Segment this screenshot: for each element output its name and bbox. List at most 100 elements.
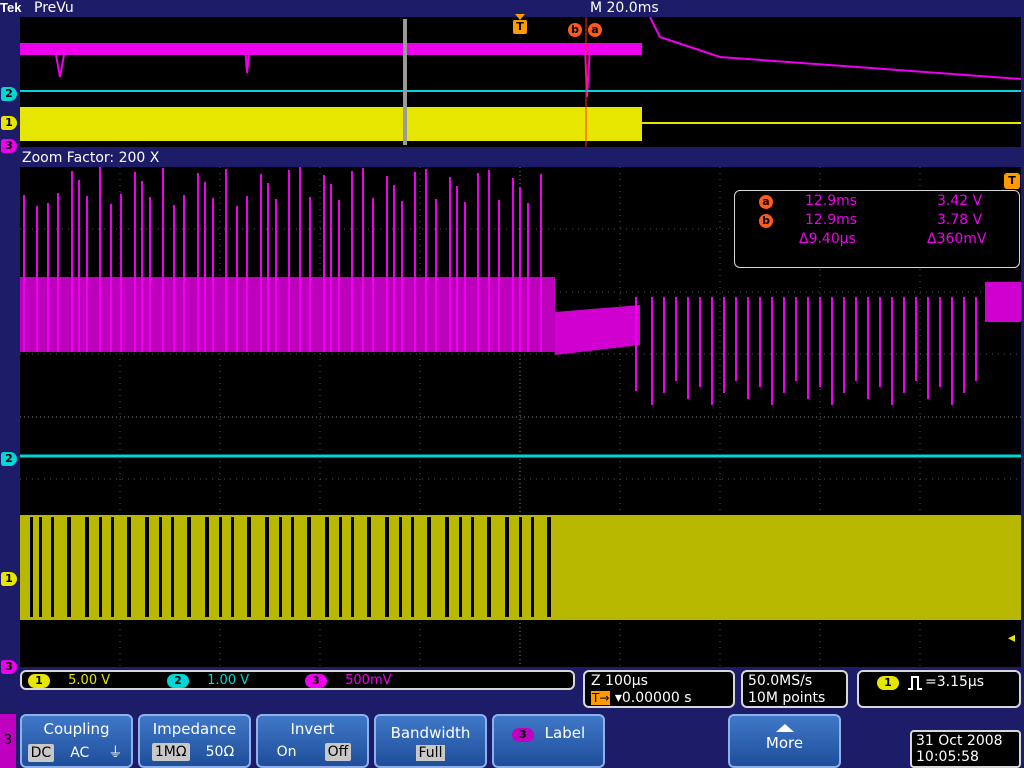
label-text: Label xyxy=(544,724,586,742)
cursor-b-marker[interactable]: b xyxy=(568,23,582,37)
ch1-gap xyxy=(187,517,191,617)
ch1-gap xyxy=(367,517,371,617)
acquisition-box[interactable]: 50.0MS/s 10M points xyxy=(741,670,848,708)
ch1-gap xyxy=(399,517,402,617)
coupling-dc[interactable]: DC xyxy=(27,744,55,762)
ch1-gap xyxy=(99,517,102,617)
overview-ch1-band xyxy=(20,107,642,141)
coupling-ac[interactable]: AC xyxy=(67,744,92,762)
ch1-gap xyxy=(265,517,269,617)
trigger-marker-label: T xyxy=(513,20,527,34)
ch1-gap xyxy=(247,517,251,617)
brand-logo: Tek xyxy=(0,0,22,15)
readout-a-icon: a xyxy=(759,195,773,209)
cursor-readout-panel: a 12.9ms 3.42 V b 12.9ms 3.78 V Δ9.40μs … xyxy=(734,190,1020,268)
ch1-gap xyxy=(67,517,71,617)
ch1-gap xyxy=(30,517,33,617)
ch1-gap xyxy=(459,517,462,617)
overview-ch1-marker[interactable]: 1 xyxy=(1,116,17,130)
trigger-source-icon: 1 xyxy=(877,676,899,690)
overview-ch3-decay xyxy=(649,16,1022,80)
more-label: More xyxy=(765,734,804,752)
trigger-pulse-width: =3.15μs xyxy=(925,674,985,690)
time-value: 10:05:58 xyxy=(916,749,979,765)
more-button[interactable]: More xyxy=(728,714,841,768)
ch3-scale-value: 500mV xyxy=(345,673,392,688)
ch2-scale-value: 1.00 V xyxy=(207,673,250,688)
bandwidth-value: Full xyxy=(415,745,446,761)
invert-on[interactable]: On xyxy=(274,743,300,761)
impedance-50[interactable]: 50Ω xyxy=(203,743,238,761)
pulse-icon xyxy=(907,675,923,695)
readout-b-time: 12.9ms xyxy=(805,212,858,228)
ch1-gap xyxy=(445,517,449,617)
zoom-ch3-band-mid xyxy=(555,305,640,355)
ch1-gap xyxy=(279,517,282,617)
impedance-label: Impedance xyxy=(152,720,237,738)
invert-button[interactable]: Invert On Off xyxy=(256,714,369,768)
ch1-gap xyxy=(487,517,491,617)
ch1-gap xyxy=(427,517,431,617)
cursor-a-marker[interactable]: a xyxy=(588,23,602,37)
bandwidth-label: Bandwidth xyxy=(390,724,471,742)
ground-icon[interactable]: ⏚ xyxy=(105,741,125,763)
ch1-gap xyxy=(307,517,311,617)
date-value: 31 Oct 2008 xyxy=(916,733,1003,749)
coupling-label: Coupling xyxy=(43,720,110,738)
ch1-gap xyxy=(205,517,209,617)
impedance-1m[interactable]: 1MΩ xyxy=(151,743,190,761)
label-channel-icon: 3 xyxy=(511,728,534,742)
ch1-gap xyxy=(325,517,329,617)
ch1-gap xyxy=(385,517,389,617)
datetime-box: 31 Oct 2008 10:05:58 xyxy=(910,730,1021,768)
ch1-gap xyxy=(219,517,222,617)
invert-off[interactable]: Off xyxy=(324,743,352,761)
label-button[interactable]: 3 Label xyxy=(492,714,605,768)
ch1-gap xyxy=(519,517,522,617)
ch3-scale-icon: 3 xyxy=(305,674,327,688)
overview-ch2-marker[interactable]: 2 xyxy=(1,87,17,101)
zoom-factor-label: Zoom Factor: 200 X xyxy=(22,150,160,166)
ch2-scale-icon: 2 xyxy=(167,674,189,688)
ch1-gap xyxy=(505,517,509,617)
zoom-ch2-marker[interactable]: 2 xyxy=(1,452,17,466)
trigger-marker[interactable]: T xyxy=(513,14,527,38)
trigger-level-arrow[interactable]: ◂ xyxy=(1008,630,1015,646)
trigger-position-value: ▾0.00000 s xyxy=(614,690,692,706)
overview-ch3-band xyxy=(20,43,642,55)
ch1-gap xyxy=(51,517,54,617)
coupling-button[interactable]: Coupling DC AC ⏚ xyxy=(20,714,133,768)
ch1-gap xyxy=(471,517,474,617)
trigger-position-label: T→ xyxy=(591,691,611,705)
ch1-gap xyxy=(85,517,89,617)
bandwidth-button[interactable]: Bandwidth Full xyxy=(374,714,487,768)
readout-delta-time: Δ9.40μs xyxy=(799,231,856,247)
zoom-trigger-marker[interactable]: T xyxy=(1004,173,1020,189)
impedance-button[interactable]: Impedance 1MΩ 50Ω xyxy=(138,714,251,768)
readout-b-icon: b xyxy=(759,214,773,228)
ch1-gap xyxy=(111,517,114,617)
ch1-gap xyxy=(531,517,534,617)
zoom-ch1-marker[interactable]: 1 xyxy=(1,572,17,586)
invert-label: Invert xyxy=(290,720,335,738)
readout-a-volt: 3.42 V xyxy=(937,193,983,209)
zoom-scale-box[interactable]: Z 100μs T→ ▾0.00000 s xyxy=(583,670,735,708)
readout-delta-volt: Δ360mV xyxy=(927,231,987,247)
ch1-gap xyxy=(159,517,162,617)
overview-ch3-marker[interactable]: 3 xyxy=(1,139,17,153)
ch1-gap xyxy=(145,517,149,617)
readout-b-volt: 3.78 V xyxy=(937,212,983,228)
zoom-ch3-marker[interactable]: 3 xyxy=(1,660,17,674)
ch1-scale-value: 5.00 V xyxy=(68,673,111,688)
trigger-readout-box[interactable]: 1 =3.15μs xyxy=(857,670,1021,708)
ch1-scale-icon: 1 xyxy=(28,674,50,688)
ch1-gap xyxy=(231,517,234,617)
zoom-window-marker[interactable] xyxy=(403,19,407,145)
channel-scales-bar[interactable]: 1 5.00 V 2 1.00 V 3 500mV xyxy=(20,670,575,690)
ch1-gap xyxy=(171,517,174,617)
ch1-gap xyxy=(339,517,342,617)
ch1-gap xyxy=(127,517,131,617)
menu-channel-indicator: 3 xyxy=(0,714,16,768)
record-length: 10M points xyxy=(748,690,826,706)
ch1-gap xyxy=(291,517,294,617)
